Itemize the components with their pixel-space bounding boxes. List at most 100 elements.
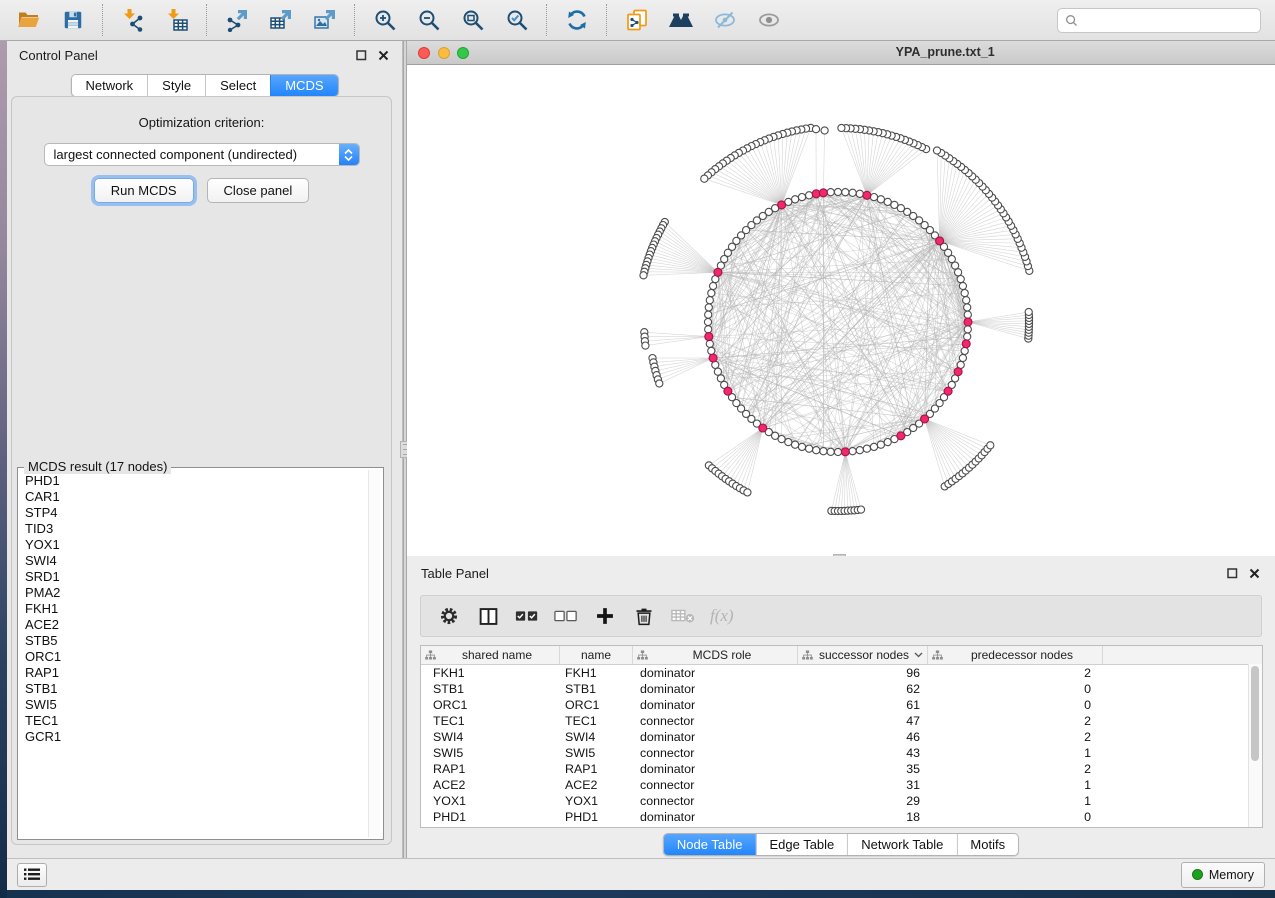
- zoom-fit-icon[interactable]: [454, 4, 492, 36]
- mcds-result-item[interactable]: YOX1: [25, 537, 368, 553]
- column-header-name[interactable]: name: [560, 646, 633, 664]
- column-header-MCDS-role[interactable]: MCDS role: [633, 646, 798, 664]
- run-mcds-button[interactable]: Run MCDS: [94, 178, 194, 203]
- desktop-wallpaper-strip: [7, 890, 1275, 898]
- table-row[interactable]: ACE2ACE2connector311: [421, 777, 1262, 793]
- refresh-view-icon[interactable]: [558, 4, 596, 36]
- tab-network-table[interactable]: Network Table: [847, 834, 956, 855]
- table-row[interactable]: RAP1RAP1dominator352: [421, 761, 1262, 777]
- zoom-in-icon[interactable]: [366, 4, 404, 36]
- deselect-all-icon[interactable]: [554, 604, 578, 628]
- copy-network-icon[interactable]: [618, 4, 656, 36]
- dominator-node: [778, 201, 786, 209]
- tab-style[interactable]: Style: [147, 75, 205, 96]
- export-network-icon[interactable]: [218, 4, 256, 36]
- mcds-result-item[interactable]: TEC1: [25, 713, 368, 729]
- zoom-selected-icon[interactable]: [498, 4, 536, 36]
- mcds-list-scrollbar[interactable]: [368, 470, 381, 837]
- close-panel-icon[interactable]: [376, 48, 390, 62]
- dominator-node: [936, 237, 944, 245]
- main-toolbar: [0, 0, 1275, 41]
- mcds-result-item[interactable]: SWI4: [25, 553, 368, 569]
- show-columns-icon[interactable]: [476, 604, 500, 628]
- cell: connector: [633, 713, 798, 729]
- close-panel-button[interactable]: Close panel: [207, 178, 310, 203]
- cell: 0: [928, 681, 1103, 697]
- network-node: [744, 489, 751, 496]
- export-image-icon[interactable]: [306, 4, 344, 36]
- float-window-icon[interactable]: [1225, 566, 1239, 580]
- network-node: [706, 297, 713, 304]
- mcds-result-item[interactable]: STP4: [25, 505, 368, 521]
- add-column-icon[interactable]: [593, 604, 617, 628]
- network-node: [701, 175, 708, 182]
- network-canvas[interactable]: [407, 65, 1275, 556]
- mcds-result-item[interactable]: RAP1: [25, 665, 368, 681]
- search-input[interactable]: [1083, 12, 1253, 28]
- save-session-icon[interactable]: [54, 4, 92, 36]
- search-network-icon[interactable]: [662, 4, 700, 36]
- show-hide-panels-icon[interactable]: [706, 4, 744, 36]
- task-history-button[interactable]: [17, 863, 47, 887]
- table-row[interactable]: PHD1PHD1dominator180: [421, 809, 1262, 825]
- mcds-result-item[interactable]: TID3: [25, 521, 368, 537]
- maximize-traffic-light[interactable]: [457, 47, 469, 59]
- network-node: [933, 147, 940, 154]
- table-scrollbar[interactable]: [1248, 664, 1262, 827]
- mcds-result-list[interactable]: PHD1CAR1STP4TID3YOX1SWI4SRD1PMA2FKH1ACE2…: [19, 473, 368, 837]
- network-node: [640, 272, 647, 279]
- table-settings-gear-icon[interactable]: [437, 604, 461, 628]
- mcds-result-item[interactable]: SWI5: [25, 697, 368, 713]
- close-panel-icon[interactable]: [1247, 566, 1261, 580]
- table-row[interactable]: ORC1ORC1dominator610: [421, 697, 1262, 713]
- node-table[interactable]: shared namenameMCDS rolesuccessor nodesp…: [420, 645, 1263, 828]
- mcds-result-item[interactable]: CAR1: [25, 489, 368, 505]
- table-row[interactable]: YOX1YOX1connector291: [421, 793, 1262, 809]
- export-table-icon[interactable]: [262, 4, 300, 36]
- mcds-result-item[interactable]: PHD1: [25, 473, 368, 489]
- select-all-icon[interactable]: [515, 604, 539, 628]
- mcds-result-item[interactable]: STB5: [25, 633, 368, 649]
- column-header-predecessor-nodes[interactable]: predecessor nodes: [928, 646, 1103, 664]
- zoom-out-icon[interactable]: [410, 4, 448, 36]
- memory-status-icon: [1192, 869, 1203, 880]
- control-panel-tabs: NetworkStyleSelectMCDS: [70, 74, 338, 97]
- tab-mcds[interactable]: MCDS: [270, 75, 337, 96]
- minimize-traffic-light[interactable]: [438, 47, 450, 59]
- table-row[interactable]: STB1STB1dominator620: [421, 681, 1262, 697]
- tab-motifs[interactable]: Motifs: [956, 834, 1018, 855]
- float-window-icon[interactable]: [354, 48, 368, 62]
- mcds-result-item[interactable]: GCR1: [25, 729, 368, 745]
- import-table-icon[interactable]: [158, 4, 196, 36]
- open-file-icon[interactable]: [10, 4, 48, 36]
- network-node: [955, 269, 962, 276]
- mcds-result-item[interactable]: ORC1: [25, 649, 368, 665]
- mcds-result-item[interactable]: STB1: [25, 681, 368, 697]
- close-traffic-light[interactable]: [418, 47, 430, 59]
- mcds-result-item[interactable]: ACE2: [25, 617, 368, 633]
- tab-select[interactable]: Select: [205, 75, 270, 96]
- table-row[interactable]: TEC1TEC1connector472: [421, 713, 1262, 729]
- column-header-shared-name[interactable]: shared name: [421, 646, 560, 664]
- table-row[interactable]: FKH1FKH1dominator962: [421, 665, 1262, 681]
- network-nodes[interactable]: [640, 124, 1033, 514]
- tab-node-table[interactable]: Node Table: [664, 834, 756, 855]
- table-row[interactable]: SWI5SWI5connector431: [421, 745, 1262, 761]
- table-row[interactable]: SWI4SWI4dominator462: [421, 729, 1262, 745]
- mcds-result-item[interactable]: PMA2: [25, 585, 368, 601]
- criterion-dropdown[interactable]: largest connected component (undirected): [44, 143, 360, 166]
- table-scrollbar-thumb[interactable]: [1251, 666, 1259, 761]
- column-header-successor-nodes[interactable]: successor nodes: [798, 646, 928, 664]
- mcds-result-item[interactable]: FKH1: [25, 601, 368, 617]
- tab-network[interactable]: Network: [71, 75, 147, 96]
- mcds-result-item[interactable]: SRD1: [25, 569, 368, 585]
- dominator-node: [705, 333, 713, 341]
- import-network-icon[interactable]: [114, 4, 152, 36]
- delete-column-icon[interactable]: [632, 604, 656, 628]
- network-node: [963, 297, 970, 304]
- memory-button[interactable]: Memory: [1181, 862, 1265, 888]
- tab-edge-table[interactable]: Edge Table: [755, 834, 847, 855]
- toggle-bird-view-icon[interactable]: [750, 4, 788, 36]
- search-field[interactable]: [1057, 8, 1261, 33]
- network-window-titlebar[interactable]: YPA_prune.txt_1: [407, 41, 1275, 65]
